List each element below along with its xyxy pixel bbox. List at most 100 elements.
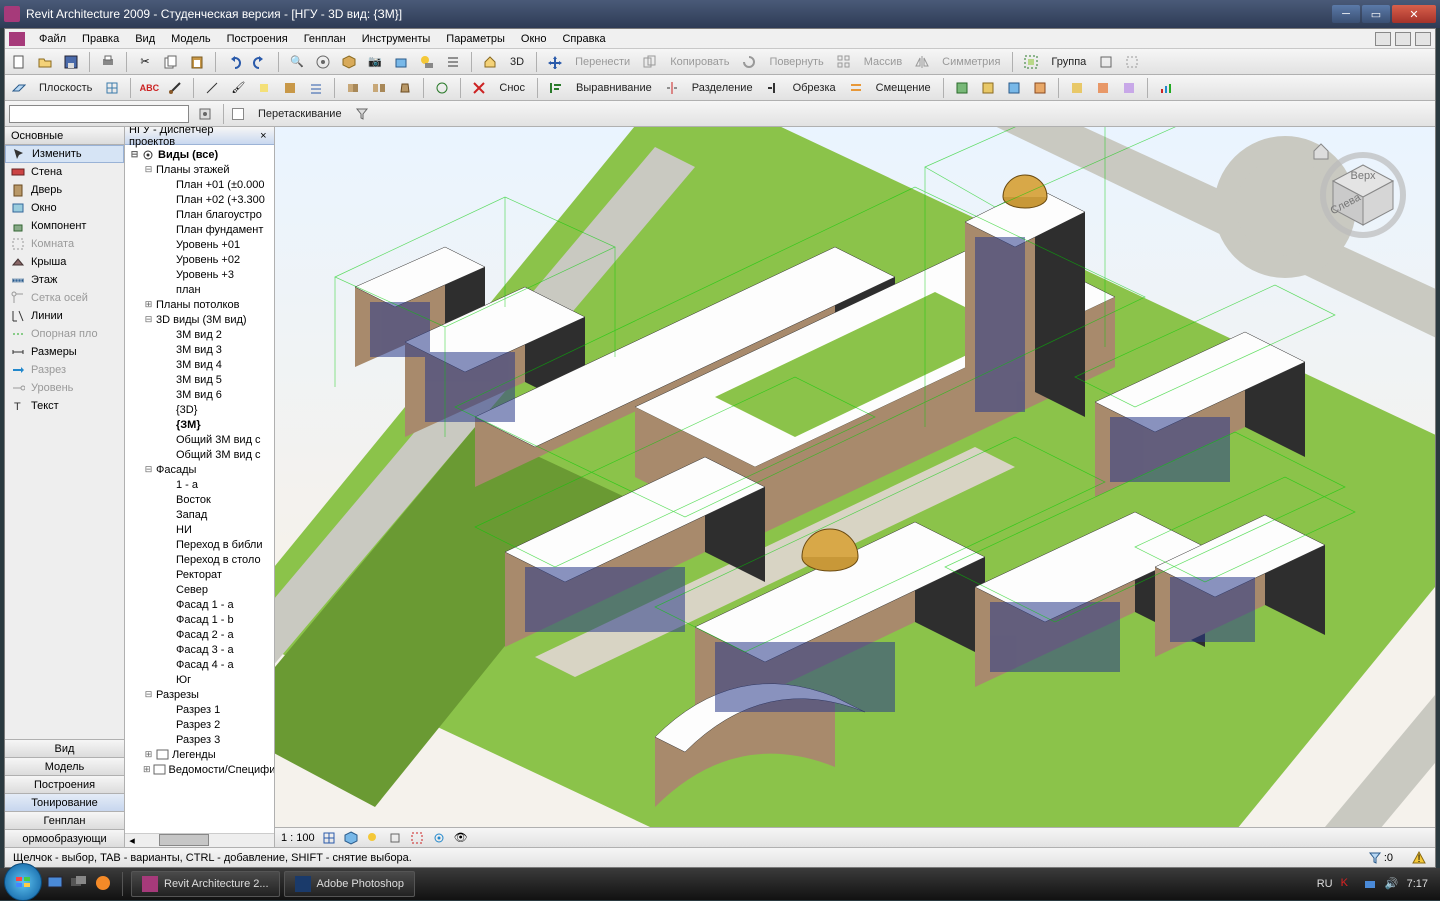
menu-view[interactable]: Вид <box>127 33 163 45</box>
tool-floor[interactable]: Этаж <box>5 271 124 289</box>
tree-node[interactable]: {ЗМ} <box>125 417 274 432</box>
tool-highlight-button[interactable] <box>254 78 274 98</box>
ws5-button[interactable] <box>1067 78 1087 98</box>
design-tab-5[interactable]: ормообразующи <box>5 829 124 847</box>
align-label[interactable]: Выравнивание <box>572 82 656 94</box>
tool-ref[interactable]: Опорная пло <box>5 325 124 343</box>
menu-tools[interactable]: Инструменты <box>354 33 439 45</box>
browser-close-button[interactable]: × <box>257 130 270 142</box>
tree-node[interactable]: Уровень +3 <box>125 267 274 282</box>
offset-button[interactable] <box>846 78 866 98</box>
tool-window[interactable]: Окно <box>5 199 124 217</box>
scale-label[interactable]: 1 : 100 <box>281 832 315 844</box>
browser-tree[interactable]: ⊟Виды (все)⊟Планы этажейПлан +01 (±0.000… <box>125 145 274 833</box>
tree-node[interactable]: Общий 3М вид с <box>125 432 274 447</box>
warning-icon[interactable]: ! <box>1411 850 1427 866</box>
plane-grid-button[interactable] <box>102 78 122 98</box>
rotate-button[interactable] <box>739 52 759 72</box>
tool-attach-button[interactable] <box>395 78 415 98</box>
quick-launch-switch[interactable] <box>70 874 90 894</box>
tree-node[interactable]: Фасад 4 - a <box>125 657 274 672</box>
tool-dim[interactable]: Размеры <box>5 343 124 361</box>
tree-node[interactable]: Фасад 1 - a <box>125 597 274 612</box>
ws7-button[interactable] <box>1119 78 1139 98</box>
demo-button[interactable] <box>469 78 489 98</box>
tool-wall[interactable]: Стена <box>5 163 124 181</box>
tree-node[interactable]: Запад <box>125 507 274 522</box>
group-label[interactable]: Группа <box>1047 56 1090 68</box>
split-button[interactable] <box>662 78 682 98</box>
tree-node[interactable]: ⊞Ведомости/Специфи <box>125 762 274 777</box>
crop-region-button[interactable] <box>409 830 425 846</box>
tool-brush-button[interactable]: 🖌 <box>228 78 248 98</box>
align-button[interactable] <box>546 78 566 98</box>
tool-unjoin-button[interactable] <box>369 78 389 98</box>
quick-launch-desktop[interactable] <box>46 874 66 894</box>
section-box-button[interactable] <box>391 52 411 72</box>
tool-section[interactable]: Разрез <box>5 361 124 379</box>
array-label[interactable]: Массив <box>860 56 906 68</box>
tool-line-button[interactable] <box>202 78 222 98</box>
tree-node[interactable]: план <box>125 282 274 297</box>
tree-node[interactable]: ⊟Фасады <box>125 462 274 477</box>
tree-node[interactable]: Ректорат <box>125 567 274 582</box>
hide-isolate-button[interactable] <box>431 830 447 846</box>
browser-hscroll[interactable]: ◂ <box>125 833 274 847</box>
tray-kaspersky-icon[interactable]: K <box>1341 877 1355 891</box>
tool-recent-button[interactable] <box>432 78 452 98</box>
doc-close[interactable] <box>1415 32 1431 46</box>
design-tab-4[interactable]: Генплан <box>5 811 124 829</box>
3d-house-button[interactable] <box>480 52 500 72</box>
open-button[interactable] <box>35 52 55 72</box>
viewcube[interactable]: Верх Слева <box>1309 141 1419 251</box>
quick-launch-browser[interactable] <box>94 874 114 894</box>
ws2-button[interactable] <box>978 78 998 98</box>
design-tab-2[interactable]: Построения <box>5 775 124 793</box>
tree-node[interactable]: 1 - a <box>125 477 274 492</box>
task-revit[interactable]: Revit Architecture 2... <box>131 871 280 897</box>
tree-node[interactable]: План фундамент <box>125 222 274 237</box>
doc-restore[interactable] <box>1395 32 1411 46</box>
tray-network-icon[interactable] <box>1363 877 1377 891</box>
tree-node[interactable]: План +02 (+3.300 <box>125 192 274 207</box>
tool-room[interactable]: Комната <box>5 235 124 253</box>
tree-node[interactable]: Переход в библи <box>125 537 274 552</box>
trim-label[interactable]: Обрезка <box>789 82 840 94</box>
task-photoshop[interactable]: Adobe Photoshop <box>284 871 415 897</box>
tree-node[interactable]: Уровень +01 <box>125 237 274 252</box>
viewcube-home-icon[interactable] <box>1311 141 1331 161</box>
tool-door[interactable]: Дверь <box>5 181 124 199</box>
mirror-label[interactable]: Симметрия <box>938 56 1004 68</box>
cut-button[interactable]: ✂ <box>135 52 155 72</box>
tree-node[interactable]: ⊞Легенды <box>125 747 274 762</box>
wheel-button[interactable] <box>313 52 333 72</box>
tree-node[interactable]: Север <box>125 582 274 597</box>
copy-button[interactable] <box>161 52 181 72</box>
tree-node[interactable]: ⊟3D виды (3М вид) <box>125 312 274 327</box>
tree-node[interactable]: ⊟Разрезы <box>125 687 274 702</box>
print-button[interactable] <box>98 52 118 72</box>
ungroup-button[interactable] <box>1122 52 1142 72</box>
ws6-button[interactable] <box>1093 78 1113 98</box>
tree-node[interactable]: ⊟Виды (все) <box>125 147 274 162</box>
menu-construct[interactable]: Построения <box>219 33 296 45</box>
model-graphics-button[interactable] <box>343 830 359 846</box>
tool-comp[interactable]: Компонент <box>5 217 124 235</box>
tree-node[interactable]: Фасад 2 - a <box>125 627 274 642</box>
group-button[interactable] <box>1021 52 1041 72</box>
undo-button[interactable] <box>224 52 244 72</box>
tool-roof[interactable]: Крыша <box>5 253 124 271</box>
tool-paste-align-button[interactable] <box>280 78 300 98</box>
demo-label[interactable]: Снос <box>495 82 529 94</box>
split-label[interactable]: Разделение <box>688 82 757 94</box>
tool-level[interactable]: Уровень <box>5 379 124 397</box>
menu-file[interactable]: Файл <box>31 33 74 45</box>
tree-node[interactable]: Разрез 1 <box>125 702 274 717</box>
tool-join-button[interactable] <box>343 78 363 98</box>
maximize-button[interactable]: ▭ <box>1362 5 1390 23</box>
drag-checkbox[interactable] <box>232 108 244 120</box>
default-3d-button[interactable] <box>339 52 359 72</box>
chart-button[interactable] <box>1156 78 1176 98</box>
crop-view-button[interactable] <box>387 830 403 846</box>
close-button[interactable]: ✕ <box>1392 5 1436 23</box>
